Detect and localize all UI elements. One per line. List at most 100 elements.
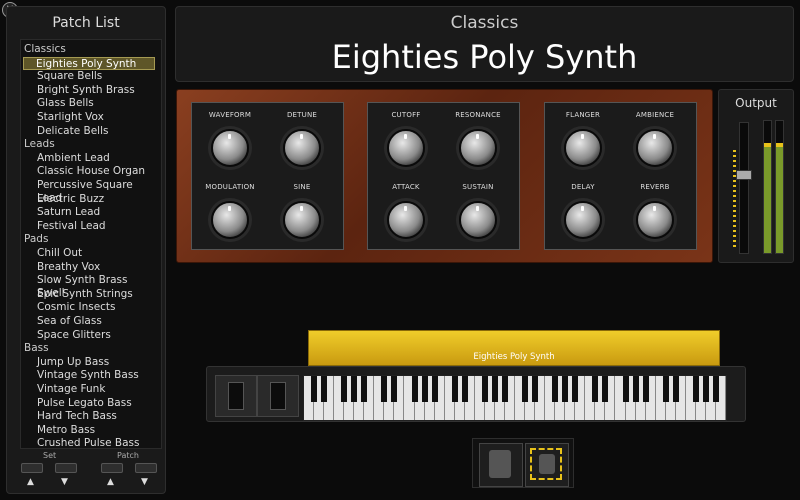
- patch-list-item[interactable]: Chill Out: [35, 247, 155, 260]
- header-category: Classics: [450, 13, 519, 33]
- patch-next-button[interactable]: [135, 463, 157, 473]
- black-key[interactable]: [381, 376, 388, 402]
- patch-list[interactable]: Classics Eighties Poly Synth Square Bells B…: [20, 39, 162, 449]
- sine-knob[interactable]: [283, 201, 321, 239]
- output-meter-left: [763, 120, 772, 254]
- sustain-pedal[interactable]: [479, 443, 523, 487]
- patch-list-item[interactable]: Metro Bass: [35, 424, 155, 437]
- black-key[interactable]: [501, 376, 508, 402]
- resonance-knob[interactable]: [459, 129, 497, 167]
- black-key[interactable]: [662, 376, 669, 402]
- black-key[interactable]: [602, 376, 609, 402]
- black-key[interactable]: [592, 376, 599, 402]
- detune-knob[interactable]: [283, 129, 321, 167]
- patch-list-item[interactable]: Vintage Funk: [35, 383, 155, 396]
- patch-list-item[interactable]: Percussive Square Lead: [35, 179, 155, 204]
- patch-list-item[interactable]: Pulse Legato Bass: [35, 397, 155, 410]
- black-key[interactable]: [702, 376, 709, 402]
- output-panel: Output: [718, 89, 794, 263]
- patch-list-item[interactable]: Crushed Pulse Bass: [35, 437, 155, 450]
- sine-control: SINE: [272, 183, 332, 239]
- black-key[interactable]: [321, 376, 328, 402]
- set-prev-button[interactable]: [21, 463, 43, 473]
- patch-list-item[interactable]: Space Glitters: [35, 329, 155, 342]
- ambience-knob[interactable]: [636, 129, 674, 167]
- detune-control: DETUNE: [272, 111, 332, 167]
- patch-list-item[interactable]: Classic House Organ: [35, 165, 155, 178]
- patch-list-item[interactable]: Square Bells: [35, 70, 155, 83]
- set-label: Set: [43, 451, 57, 460]
- modulation-wheel[interactable]: [257, 375, 299, 417]
- black-key[interactable]: [481, 376, 488, 402]
- black-key[interactable]: [391, 376, 398, 402]
- black-key[interactable]: [431, 376, 438, 402]
- keyboard-nameplate: Eighties Poly Synth: [308, 330, 720, 366]
- set-up-arrow-icon[interactable]: ▲: [27, 477, 34, 487]
- knob-label: SUSTAIN: [462, 183, 494, 191]
- cutoff-knob[interactable]: [387, 129, 425, 167]
- patch-up-arrow-icon[interactable]: ▲: [107, 477, 114, 487]
- black-key[interactable]: [451, 376, 458, 402]
- pitch-wheel[interactable]: [215, 375, 257, 417]
- patch-list-item[interactable]: Bright Synth Brass: [35, 84, 155, 97]
- meter-right-peak: [776, 143, 783, 147]
- black-key[interactable]: [672, 376, 679, 402]
- black-key[interactable]: [461, 376, 468, 402]
- black-key[interactable]: [311, 376, 318, 402]
- patch-list-item[interactable]: Cosmic Insects: [35, 301, 155, 314]
- flanger-knob[interactable]: [564, 129, 602, 167]
- patch-list-item[interactable]: Festival Lead: [35, 220, 155, 233]
- pedal-area: [472, 438, 574, 488]
- patch-list-item[interactable]: Slow Synth Brass Swell: [35, 274, 155, 299]
- patch-list-item[interactable]: Eighties Poly Synth: [23, 56, 155, 70]
- patch-list-item[interactable]: Ambient Lead: [35, 152, 155, 165]
- patch-list-item[interactable]: Jump Up Bass: [35, 356, 155, 369]
- patch-prev-button[interactable]: [101, 463, 123, 473]
- sustain-knob[interactable]: [459, 201, 497, 239]
- attack-knob[interactable]: [387, 201, 425, 239]
- patch-down-arrow-icon[interactable]: ▼: [141, 477, 148, 487]
- black-key[interactable]: [361, 376, 368, 402]
- patch-list-item[interactable]: Sea of Glass: [35, 315, 155, 328]
- reverb-knob[interactable]: [636, 201, 674, 239]
- black-key[interactable]: [562, 376, 569, 402]
- patch-list-item[interactable]: Starlight Vox: [35, 111, 155, 124]
- patch-list-item[interactable]: Epic Synth Strings: [35, 288, 155, 301]
- black-key[interactable]: [632, 376, 639, 402]
- black-key[interactable]: [411, 376, 418, 402]
- black-key[interactable]: [522, 376, 529, 402]
- black-key[interactable]: [421, 376, 428, 402]
- black-key[interactable]: [532, 376, 539, 402]
- black-key[interactable]: [692, 376, 699, 402]
- modulation-wheel-knob[interactable]: [270, 382, 286, 410]
- black-key[interactable]: [572, 376, 579, 402]
- set-next-button[interactable]: [55, 463, 77, 473]
- patch-list-item[interactable]: Electric Buzz: [35, 193, 155, 206]
- set-down-arrow-icon[interactable]: ▼: [61, 477, 68, 487]
- expression-pedal[interactable]: [525, 443, 569, 487]
- output-fader-handle[interactable]: [736, 170, 752, 180]
- meter-right-fill: [776, 144, 783, 253]
- patch-list-item[interactable]: Saturn Lead: [35, 206, 155, 219]
- modulation-knob[interactable]: [211, 201, 249, 239]
- patch-list-item[interactable]: Delicate Bells: [35, 125, 155, 138]
- patch-category-classics: Classics: [24, 43, 66, 55]
- output-fader-track[interactable]: [739, 122, 749, 254]
- patch-list-item[interactable]: Breathy Vox: [35, 261, 155, 274]
- black-key[interactable]: [341, 376, 348, 402]
- black-key[interactable]: [552, 376, 559, 402]
- black-key[interactable]: [642, 376, 649, 402]
- black-key[interactable]: [712, 376, 719, 402]
- patch-list-item[interactable]: Hard Tech Bass: [35, 410, 155, 423]
- black-key[interactable]: [351, 376, 358, 402]
- pitch-wheel-knob[interactable]: [228, 382, 244, 410]
- black-key[interactable]: [622, 376, 629, 402]
- patch-list-item[interactable]: Vintage Synth Bass: [35, 369, 155, 382]
- black-key[interactable]: [491, 376, 498, 402]
- knob-label: DETUNE: [286, 111, 318, 119]
- delay-knob[interactable]: [564, 201, 602, 239]
- waveform-knob[interactable]: [211, 129, 249, 167]
- knob-label: CUTOFF: [391, 111, 421, 119]
- patch-list-item[interactable]: Glass Bells: [35, 97, 155, 110]
- piano-keys[interactable]: [303, 375, 727, 421]
